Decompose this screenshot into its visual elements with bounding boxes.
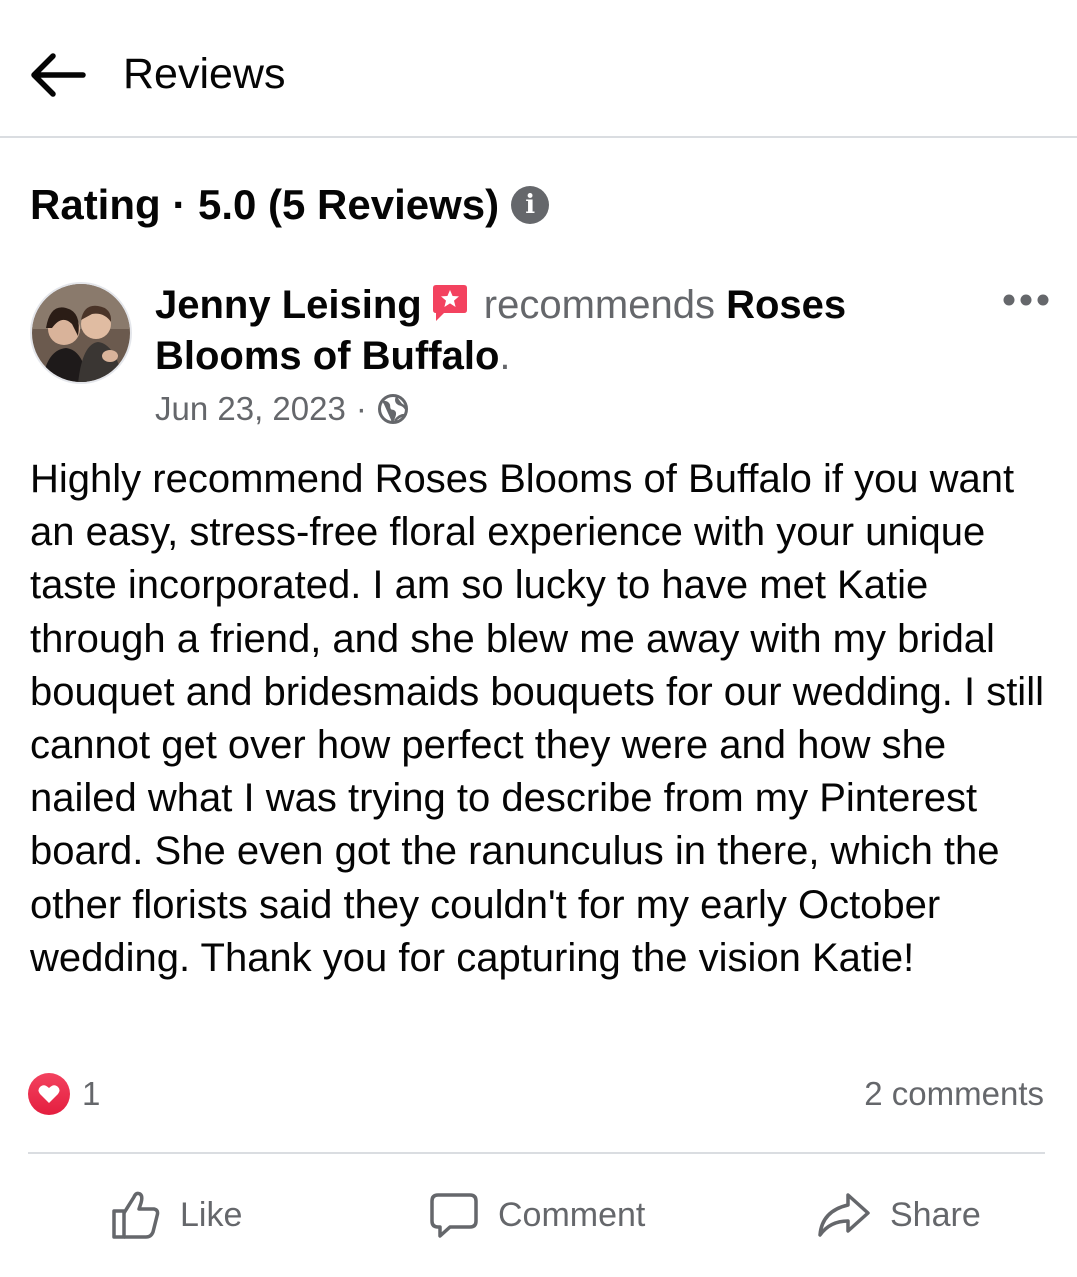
profile-photo-image [32, 284, 130, 382]
like-button[interactable]: Like [110, 1170, 242, 1260]
comment-label: Comment [498, 1195, 646, 1234]
comment-button[interactable]: Comment [428, 1170, 645, 1260]
like-icon [112, 1191, 160, 1239]
info-icon[interactable]: i [511, 186, 550, 224]
more-dots-icon [1003, 294, 1049, 306]
review-meta: Jun 23, 2023 · [155, 387, 409, 431]
avatar[interactable] [30, 282, 132, 384]
rating-summary: Rating · 5.0 (5 Reviews) i [30, 178, 550, 232]
love-reaction-icon [28, 1073, 70, 1115]
reaction-count: 1 [82, 1075, 101, 1112]
review-headline: Jenny Leising recommends Roses Blooms of… [155, 280, 945, 382]
top-bar: Reviews [0, 0, 1077, 138]
recommend-star-icon [432, 285, 467, 321]
divider [28, 1152, 1045, 1154]
headline-period: . [499, 334, 511, 378]
review-text: Highly recommend Roses Blooms of Buffalo… [30, 457, 1044, 980]
author-name[interactable]: Jenny Leising [155, 283, 422, 327]
meta-separator: · [355, 390, 367, 427]
review-date[interactable]: Jun 23, 2023 [155, 387, 346, 431]
comments-count-link[interactable]: 2 comments [864, 1075, 1044, 1113]
rating-label: Rating · 5.0 (5 Reviews) [30, 181, 500, 228]
page-title: Reviews [123, 50, 286, 98]
comment-icon [430, 1193, 478, 1238]
action-bar: Like Comment Share [0, 1170, 1077, 1260]
share-button[interactable]: Share [816, 1170, 981, 1260]
back-button[interactable] [22, 40, 92, 110]
globe-icon [377, 394, 408, 424]
reaction-summary[interactable]: 1 [28, 1073, 100, 1115]
back-arrow-icon [31, 53, 86, 97]
share-label: Share [890, 1195, 981, 1234]
like-label: Like [180, 1195, 243, 1234]
more-options-button[interactable] [998, 280, 1054, 320]
recommends-text: recommends [483, 283, 715, 327]
share-icon [818, 1193, 870, 1237]
